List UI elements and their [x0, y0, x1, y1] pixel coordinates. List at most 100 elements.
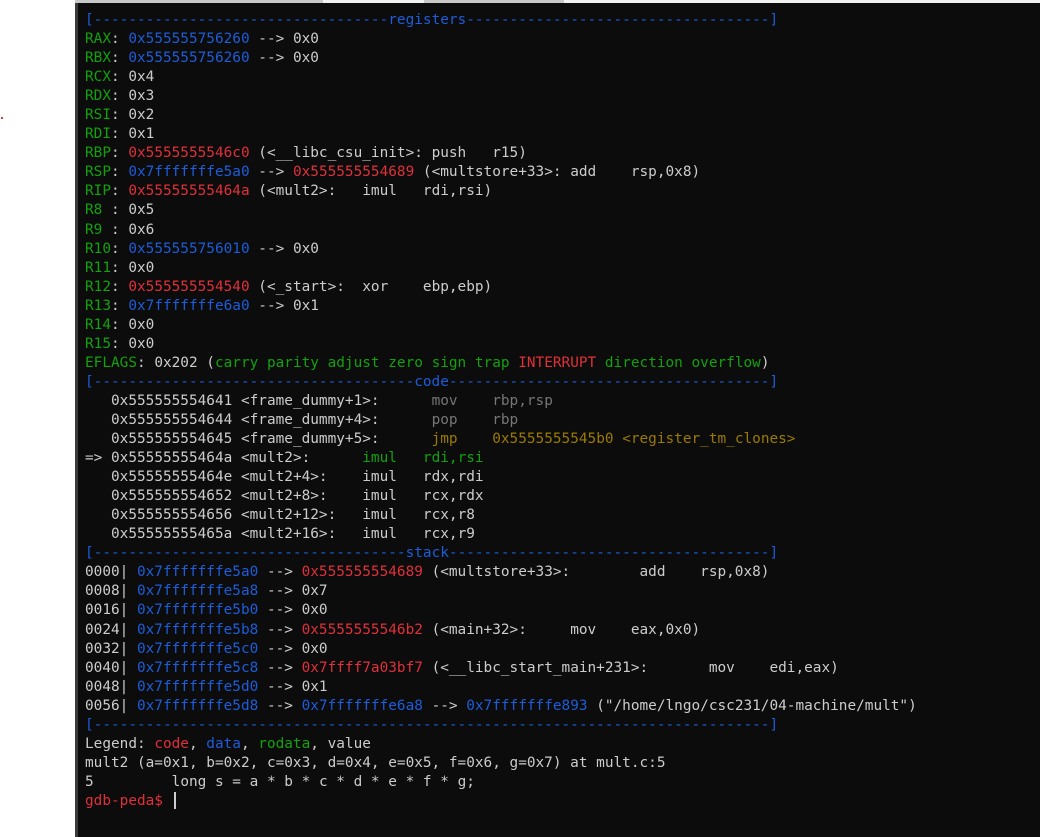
register-line: R10: 0x555555756010 --> 0x0 [85, 240, 917, 259]
instruction-pointer-marker [85, 469, 111, 485]
legend-code: code [154, 735, 189, 752]
instruction-address: 0x555555554641 [111, 392, 233, 409]
eflags-value: 0x202 [154, 354, 198, 371]
stack-line: 0032| 0x7fffffffe5c0 --> 0x0 [85, 640, 917, 659]
register-line: R13: 0x7fffffffe6a0 --> 0x1 [85, 297, 917, 316]
instruction-symbol: <mult2>: [232, 450, 363, 467]
pointer-arrow: --> [258, 602, 302, 619]
stack-annotation: ("/home/lngo/csc231/04-machine/mult") [587, 697, 917, 714]
register-separator: : [111, 335, 129, 352]
register-annotation: (<multstore+33>: add rsp,0x8) [414, 164, 701, 181]
eflags-name: EFLAGS [85, 354, 137, 371]
register-value: 0x3 [128, 88, 155, 105]
instruction-address: 0x555555554645 [111, 431, 233, 448]
register-name: R9 [85, 221, 103, 238]
code-line: 0x555555554644 <frame_dummy+4>: pop rbp [85, 411, 917, 430]
register-value: 0x555555756260 [128, 31, 250, 48]
register-value: 0x555555756010 [128, 240, 250, 257]
stack-line: 0040| 0x7fffffffe5c8 --> 0x7ffff7a03bf7 … [85, 659, 917, 678]
register-separator: : [111, 183, 129, 200]
register-value: 0x55555555464a [128, 183, 250, 200]
stack-address: 0x7fffffffe5d0 [136, 678, 259, 695]
register-annotation: --> 0x0 [249, 31, 319, 48]
register-line: R8 : 0x5 [85, 201, 917, 220]
instruction-mnemonic: imul [362, 488, 423, 505]
terminal-output: [----------------------------------regis… [85, 11, 917, 811]
register-name: R11 [85, 259, 111, 276]
source-line: 5 long s = a * b * c * d * e * f * g; [85, 773, 917, 792]
register-line: RDX: 0x3 [85, 87, 917, 106]
register-name: RAX [85, 31, 111, 48]
stack-value: 0x1 [301, 678, 328, 695]
register-annotation: --> 0x0 [249, 50, 319, 67]
code-line: 0x55555555464e <mult2+4>: imul rdx,rdi [85, 468, 917, 487]
register-value: 0x5 [128, 202, 155, 219]
instruction-address: 0x555555554656 [111, 507, 233, 524]
register-separator: : [111, 278, 129, 295]
register-line: R11: 0x0 [85, 259, 917, 278]
register-value: 0x0 [128, 335, 155, 352]
register-separator: : [111, 69, 129, 86]
instruction-mnemonic: jmp [431, 431, 493, 448]
register-name: RDI [85, 126, 111, 143]
register-deref-value: 0x555555554689 [292, 164, 415, 181]
register-separator: : [111, 240, 129, 257]
registers-header: [----------------------------------regis… [85, 12, 779, 28]
register-name: RBP [85, 145, 111, 162]
instruction-operands: rdx,rdi [422, 469, 484, 486]
prompt-line[interactable]: gdb-peda$ [85, 792, 917, 811]
legend-line: Legend: code, data, rodata, value [85, 735, 371, 752]
instruction-operands: 0x5555555545b0 <register_tm_clones> [492, 431, 796, 448]
instruction-symbol: <frame_dummy+4>: [232, 411, 432, 428]
stack-annotation: (<main+32>: mov eax,0x0) [422, 621, 701, 638]
register-line: RSP: 0x7fffffffe5a0 --> 0x555555554689 (… [85, 163, 917, 182]
register-value: 0x7fffffffe5a0 [128, 164, 250, 181]
code-line: 0x555555554656 <mult2+12>: imul rcx,r8 [85, 506, 917, 525]
stack-address: 0x7fffffffe5d8 [136, 697, 259, 714]
pointer-arrow: --> [258, 640, 302, 657]
register-separator: : [111, 316, 129, 333]
register-name: R15 [85, 335, 111, 352]
stack-offset: 0016| [85, 602, 137, 619]
register-line: R12: 0x555555554540 (<_start>: xor ebp,e… [85, 278, 917, 297]
stack-address: 0x7fffffffe5a0 [136, 564, 259, 581]
register-separator: : [111, 145, 129, 162]
register-separator: : [111, 88, 129, 105]
pointer-arrow: --> [249, 164, 293, 181]
pointer-arrow: --> [258, 678, 302, 695]
register-name: RDX [85, 88, 111, 105]
stack-line: 0008| 0x7fffffffe5a8 --> 0x7 [85, 582, 917, 601]
stack-offset: 0008| [85, 583, 137, 600]
terminal-window[interactable]: [----------------------------------regis… [75, 3, 1040, 837]
stack-value: 0x7ffff7a03bf7 [301, 659, 423, 676]
register-separator: : [111, 259, 129, 276]
instruction-pointer-marker [85, 412, 111, 428]
pointer-arrow: --> [258, 564, 302, 581]
legend-data: data [206, 735, 241, 752]
legend-rodata: rodata [258, 735, 311, 752]
eflags-clear-flags: carry parity adjust zero sign trap [214, 354, 510, 371]
register-value: 0x555555554540 [128, 278, 250, 295]
register-line: RBP: 0x5555555546c0 (<__libc_csu_init>: … [85, 144, 917, 163]
stack-line: 0056| 0x7fffffffe5d8 --> 0x7fffffffe6a8 … [85, 697, 917, 716]
stack-deref-value: 0x7fffffffe893 [466, 697, 588, 714]
gdb-prompt: gdb-peda$ [85, 792, 172, 809]
instruction-operands: rbp,rsp [492, 392, 553, 409]
register-value: 0x2 [128, 107, 155, 124]
stack-offset: 0056| [85, 697, 137, 714]
instruction-symbol: <frame_dummy+5>: [232, 431, 432, 448]
register-value: 0x0 [128, 259, 155, 276]
stack-offset: 0040| [85, 659, 137, 676]
stack-value: 0x0 [301, 640, 328, 657]
register-line: RDI: 0x1 [85, 125, 917, 144]
register-name: RCX [85, 69, 111, 86]
stack-line: 0024| 0x7fffffffe5b8 --> 0x5555555546b2 … [85, 621, 917, 640]
pointer-arrow: --> [422, 697, 467, 714]
instruction-mnemonic: imul [362, 450, 423, 467]
register-value: 0x0 [128, 316, 155, 333]
instruction-address: 0x55555555464e [111, 469, 233, 486]
code-line: 0x555555554641 <frame_dummy+1>: mov rbp,… [85, 392, 917, 411]
register-line: R14: 0x0 [85, 316, 917, 335]
code-line: 0x55555555465a <mult2+16>: imul rcx,r9 [85, 525, 917, 544]
instruction-pointer-marker [85, 393, 111, 409]
